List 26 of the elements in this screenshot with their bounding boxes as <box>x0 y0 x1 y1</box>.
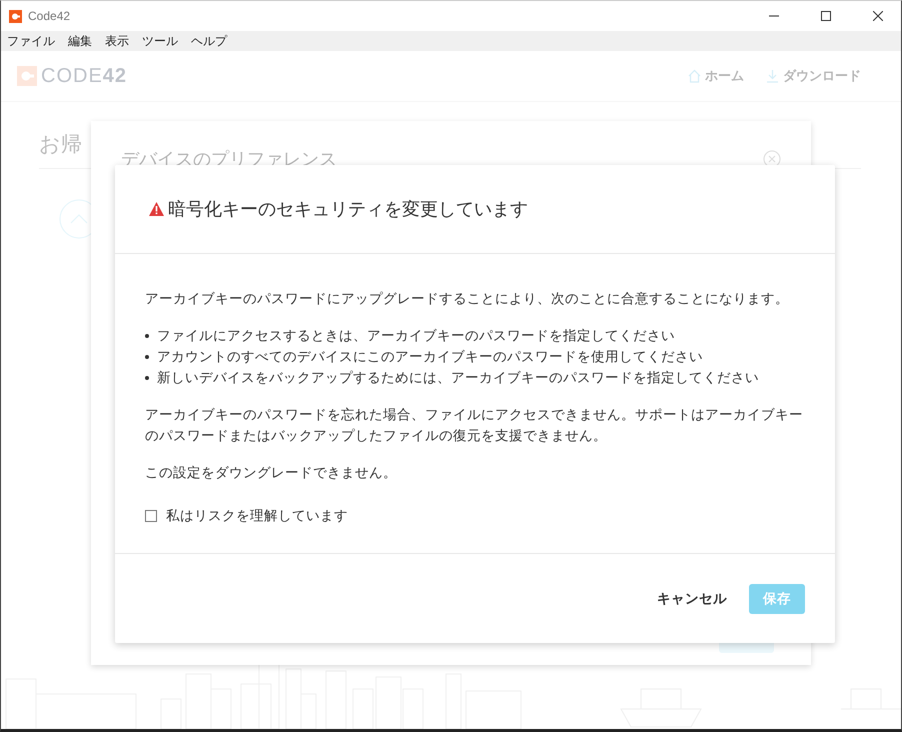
logo-icon <box>17 66 37 86</box>
logo-text: CODE42 <box>41 64 128 88</box>
menu-item[interactable]: 編集 <box>68 32 92 50</box>
cancel-button[interactable]: キャンセル <box>657 584 727 614</box>
checkbox[interactable] <box>145 510 157 522</box>
bullet-icon <box>145 376 149 380</box>
bullet-icon <box>145 334 149 338</box>
menu-item[interactable]: ファイル <box>7 32 55 50</box>
checkbox-label[interactable]: 私はリスクを理解しています <box>166 505 348 526</box>
menu-item[interactable]: ツール <box>142 32 178 50</box>
intro-text: アーカイブキーのパスワードにアップグレードすることにより、次のことに合意することになります。 <box>145 290 790 308</box>
bullet-icon <box>145 354 149 358</box>
paragraph: この設定をダウングレードできません。 <box>145 464 398 482</box>
dialog-title: 暗号化キーのセキュリティを変更しています <box>168 198 528 221</box>
home-icon <box>688 69 701 83</box>
app-logo-icon <box>9 10 22 22</box>
paragraph: アーカイブキーのパスワードを忘れた場合、ファイルにアクセスできません。サポートはアーカイブキーのパスワードまたはバックアップしたファイルの復元を支援できません。 <box>145 406 804 445</box>
warning-icon <box>148 201 165 217</box>
bullet-text: アカウントのすべてのデバイスにこのアーカイブキーのパスワードを使用してください <box>157 348 703 366</box>
bullet-text: ファイルにアクセスするときは、アーカイブキーのパスワードを指定してください <box>157 327 675 345</box>
page-heading: お帰 <box>39 132 82 158</box>
menu-item[interactable]: 表示 <box>105 32 129 50</box>
bullet-text: 新しいデバイスをバックアップするためには、アーカイブキーのパスワードを指定してください <box>157 369 759 387</box>
window-title: Code42 <box>28 9 72 23</box>
download-icon <box>766 69 779 83</box>
menu-item[interactable]: ヘルプ <box>191 32 227 50</box>
